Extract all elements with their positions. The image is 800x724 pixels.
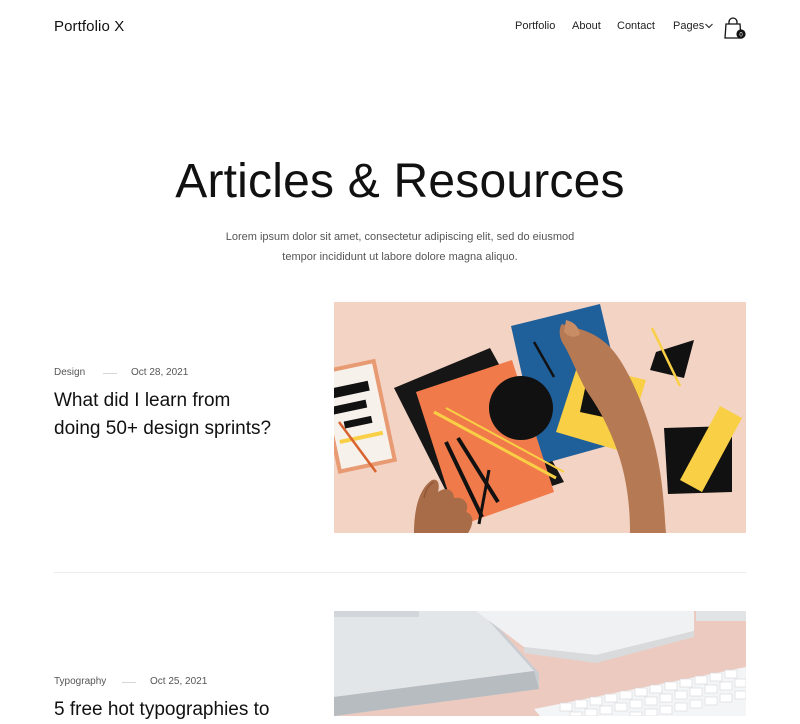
page-subtitle-line-2: tempor incididunt ut labore dolore magna… [282, 251, 518, 263]
page-subtitle: Lorem ipsum dolor sit amet, consectetur … [200, 227, 600, 267]
post-thumbnail-typography[interactable] [334, 611, 746, 716]
post-divider [54, 572, 746, 573]
post-thumbnail-design[interactable] [334, 302, 746, 533]
shopping-bag-icon[interactable]: 0 [724, 17, 748, 41]
page-title: Articles & Resources [175, 155, 625, 208]
meta-separator [103, 373, 117, 374]
post-title-line-1[interactable]: 5 free hot typographies to [54, 696, 314, 724]
nav-pages[interactable]: Pages [673, 20, 704, 32]
nav-portfolio[interactable]: Portfolio [515, 20, 555, 32]
post-title[interactable]: 5 free hot typographies to [54, 696, 314, 724]
site-logo[interactable]: Portfolio X [54, 18, 124, 35]
post-category[interactable]: Design [54, 367, 85, 378]
post-title[interactable]: What did I learn from doing 50+ design s… [54, 387, 304, 443]
post-category[interactable]: Typography [54, 676, 106, 687]
chevron-down-icon[interactable] [704, 22, 714, 30]
page-subtitle-line-1: Lorem ipsum dolor sit amet, consectetur … [225, 231, 575, 243]
post-title-line-1[interactable]: What did I learn from [54, 387, 304, 415]
meta-separator [122, 682, 136, 683]
post-date: Oct 25, 2021 [150, 676, 208, 687]
nav-contact[interactable]: Contact [617, 20, 655, 32]
site-header: Portfolio X Portfolio About Contact Page… [0, 0, 800, 56]
post-title-line-2[interactable]: doing 50+ design sprints? [54, 415, 304, 443]
post-date: Oct 28, 2021 [131, 367, 189, 378]
nav-about[interactable]: About [572, 20, 601, 32]
